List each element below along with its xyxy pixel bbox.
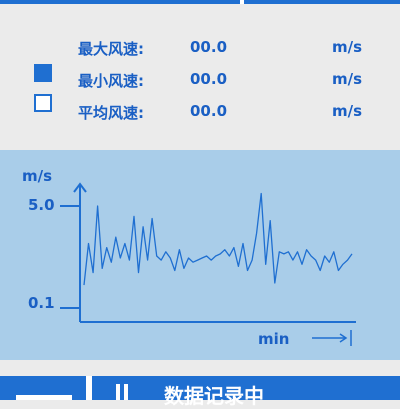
recording-status[interactable]: 数据记录中 bbox=[92, 376, 400, 408]
min-speed-unit: m/s bbox=[332, 70, 363, 88]
y-axis-label: m/s bbox=[22, 167, 52, 185]
max-speed-unit: m/s bbox=[332, 38, 363, 56]
wind-speed-stats: 最大风速: 00.0 m/s 最小风速: 00.0 m/s 平均风速: 00.0… bbox=[0, 4, 400, 142]
avg-speed-unit: m/s bbox=[332, 102, 363, 120]
wind-speed-chart-svg: m/s min 5.0 0.1 bbox=[22, 167, 356, 348]
max-speed-value: 00.0 bbox=[190, 38, 228, 56]
avg-speed-value: 00.0 bbox=[190, 102, 228, 120]
chart-axes: 5.0 0.1 bbox=[28, 182, 356, 346]
min-speed-label: 最小风速: bbox=[78, 72, 144, 90]
recording-status-text: 数据记录中 bbox=[164, 384, 264, 408]
pause-icon bbox=[116, 384, 130, 400]
min-speed-value: 00.0 bbox=[190, 70, 228, 88]
y-tick-label-high: 5.0 bbox=[28, 196, 55, 214]
max-speed-label: 最大风速: bbox=[78, 40, 144, 58]
series-line bbox=[83, 192, 353, 286]
avg-speed-label: 平均风速: bbox=[78, 104, 144, 122]
y-tick-label-low: 0.1 bbox=[28, 294, 55, 312]
square-filled-icon[interactable] bbox=[34, 64, 52, 82]
menu-button-indicator bbox=[16, 395, 72, 400]
avg-speed-row: 平均风速: 00.0 m/s bbox=[0, 102, 400, 126]
wind-speed-chart: m/s min 5.0 0.1 bbox=[0, 150, 400, 360]
menu-button[interactable] bbox=[0, 376, 86, 400]
square-outline-icon[interactable] bbox=[34, 94, 52, 112]
max-speed-row: 最大风速: 00.0 m/s bbox=[0, 38, 400, 62]
bottom-bar: 数据记录中 bbox=[0, 376, 400, 408]
min-speed-row: 最小风速: 00.0 m/s bbox=[0, 70, 400, 94]
x-axis-label: min bbox=[258, 330, 289, 348]
